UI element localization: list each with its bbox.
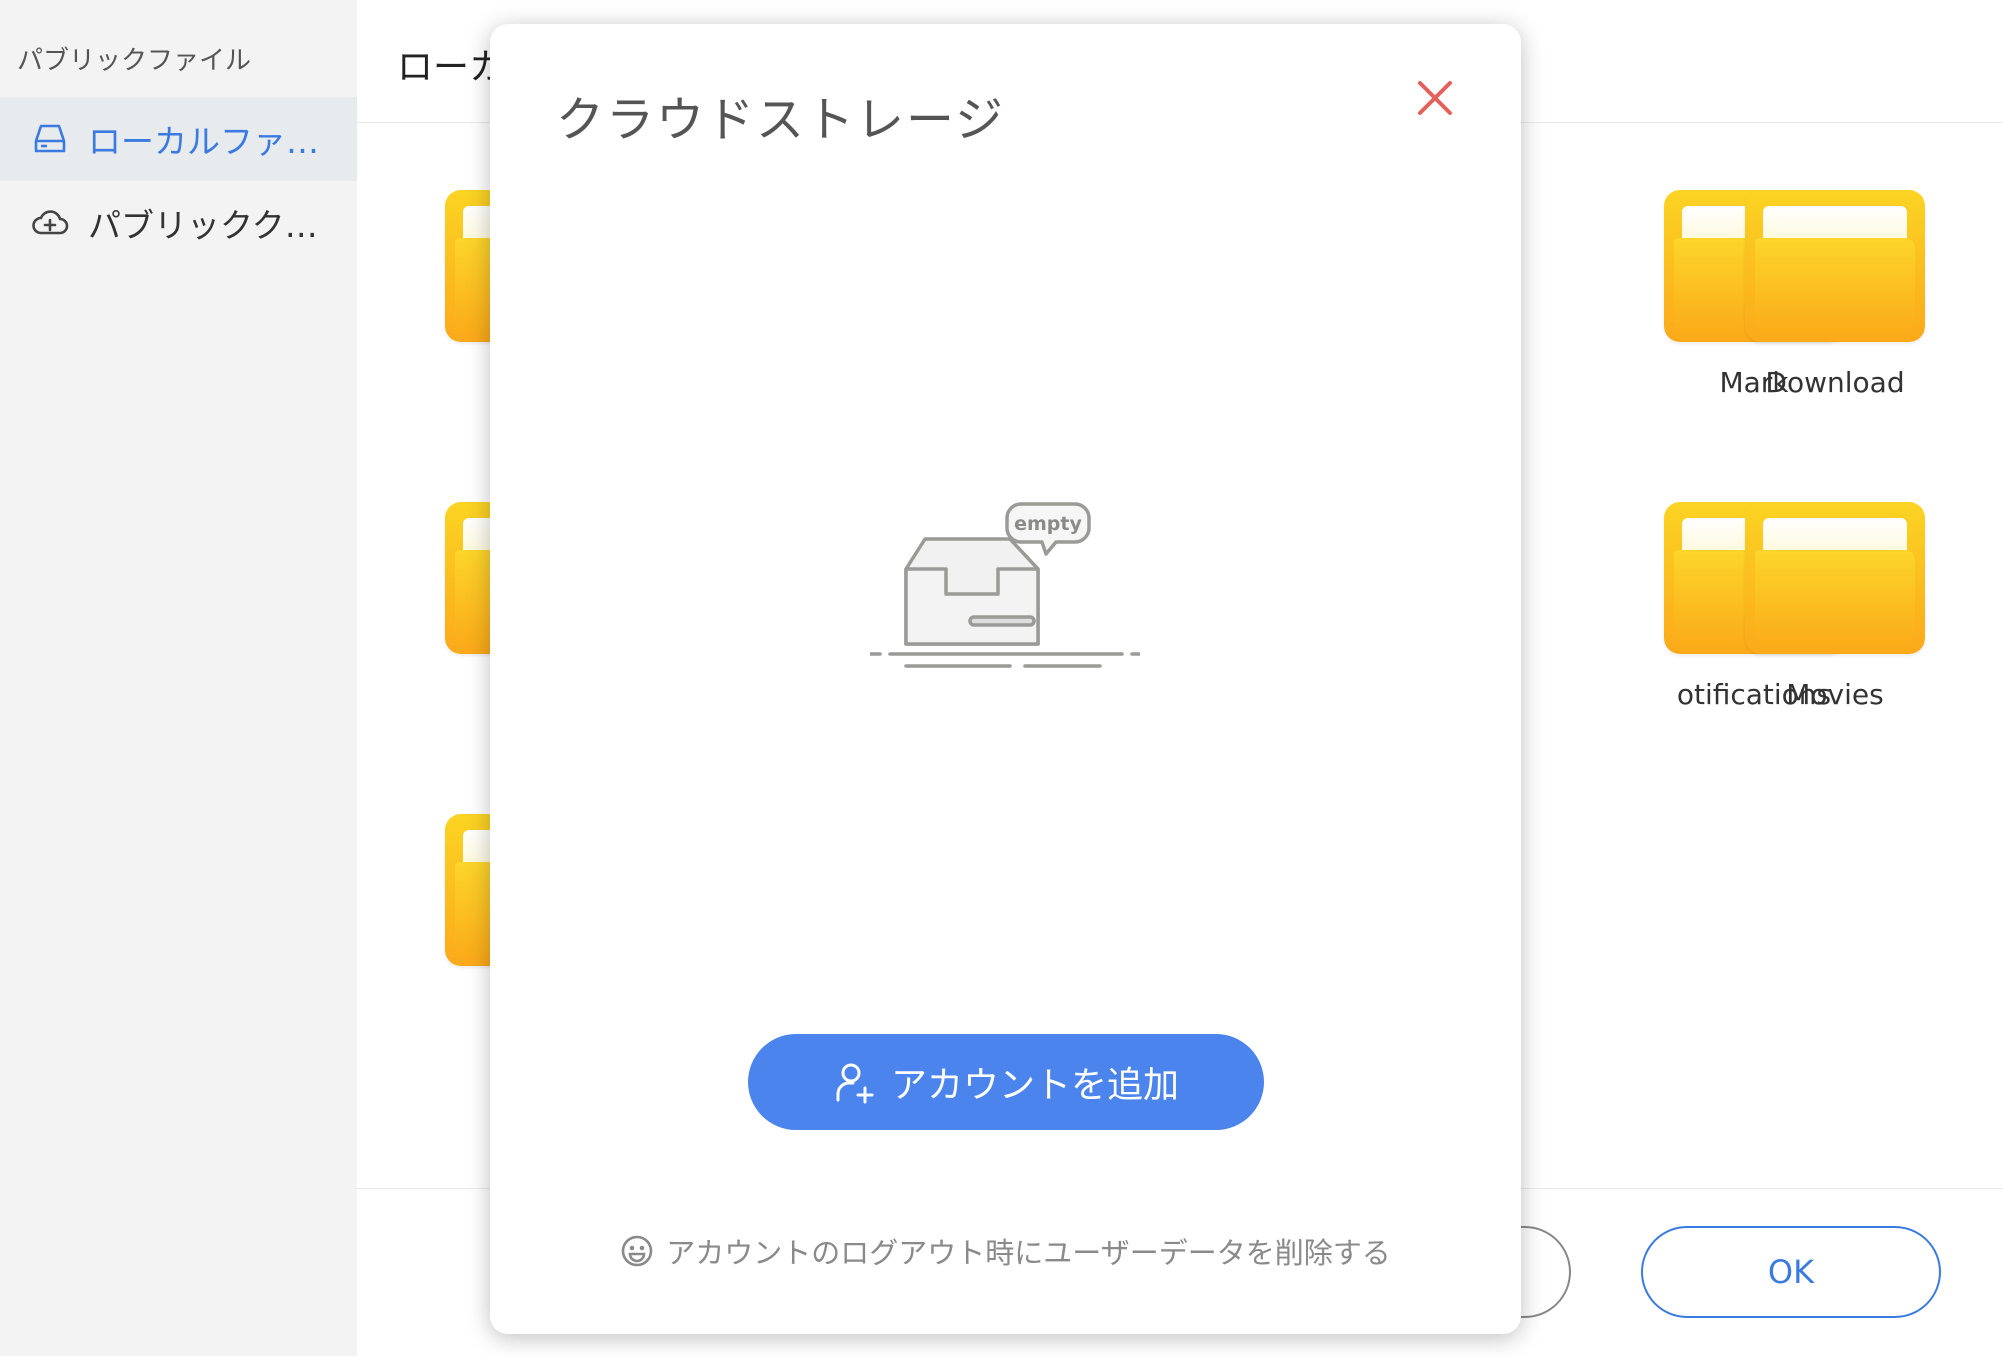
cloud-storage-dialog: クラウドストレージ empty アカウントを追加 アカウントのログアウト時にユー… <box>490 24 1521 1334</box>
sidebar-item-label: ローカルファイル <box>88 122 328 161</box>
folder-name: Download <box>1765 366 1905 399</box>
sidebar-heading: パブリックファイル <box>17 46 252 76</box>
smile-icon <box>620 1234 654 1268</box>
folder-icon <box>1745 190 1925 342</box>
sidebar-item-public-cloud[interactable]: パブリッククラ… <box>0 181 357 265</box>
hard-drive-icon <box>30 119 70 159</box>
empty-label: empty <box>1014 513 1082 535</box>
cloud-add-icon <box>30 203 70 243</box>
add-account-button[interactable]: アカウントを追加 <box>748 1034 1264 1130</box>
sidebar-item-local-files[interactable]: ローカルファイル <box>0 97 357 181</box>
folder-item[interactable]: Download <box>1745 190 1925 399</box>
sidebar-item-label: パブリッククラ… <box>88 206 328 245</box>
ok-button[interactable]: OK <box>1641 1226 1941 1318</box>
empty-inbox-illustration: empty <box>868 494 1142 674</box>
add-user-icon <box>833 1060 877 1104</box>
folder-icon <box>1745 502 1925 654</box>
logout-note[interactable]: アカウントのログアウト時にユーザーデータを削除する <box>490 1230 1521 1272</box>
folder-name: Movies <box>1786 678 1884 711</box>
logout-note-text: アカウントのログアウト時にユーザーデータを削除する <box>666 1236 1391 1270</box>
folder-item[interactable]: Movies <box>1745 502 1925 711</box>
sidebar: パブリックファイル ローカルファイル パブリッククラ… <box>0 0 357 1356</box>
page-title: ローカ <box>397 47 506 88</box>
close-icon[interactable] <box>1405 68 1465 128</box>
dialog-title: クラウドストレージ <box>556 92 1006 148</box>
add-account-label: アカウントを追加 <box>890 1065 1179 1106</box>
